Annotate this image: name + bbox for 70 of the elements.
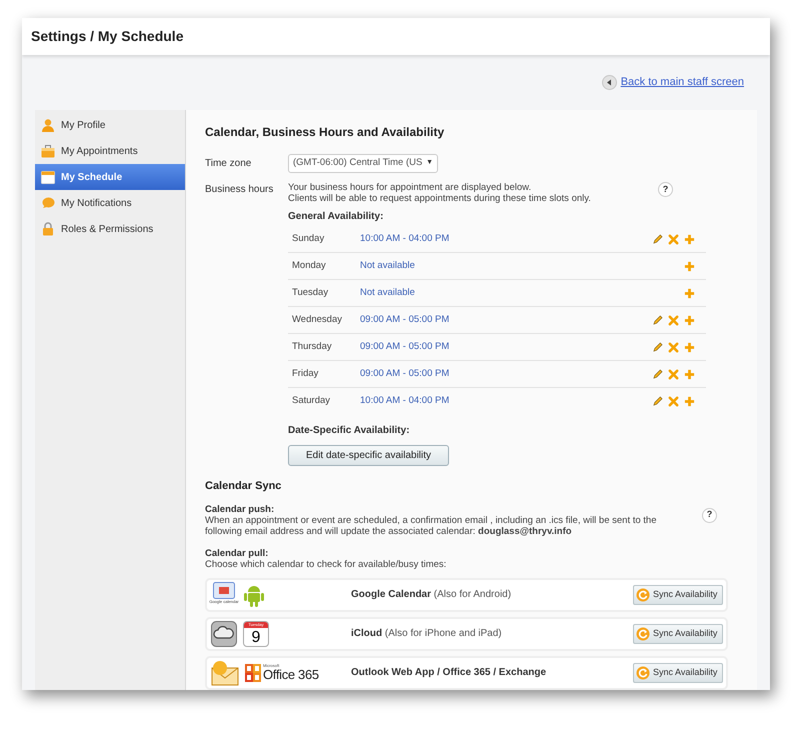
refresh-icon bbox=[636, 588, 650, 602]
day-name: Sunday bbox=[292, 232, 326, 246]
pencil-icon[interactable] bbox=[652, 368, 663, 380]
sidebar-item[interactable]: Roles & Permissions bbox=[35, 216, 185, 242]
add-icon[interactable] bbox=[684, 234, 695, 244]
hint-text: Your business hours for appointment are displayed below. bbox=[288, 182, 532, 193]
sync-availability-button[interactable]: Sync Availability bbox=[633, 662, 723, 682]
day-name: Tuesday bbox=[292, 286, 330, 300]
edit-availability-button[interactable]: Edit date-specific availability bbox=[288, 445, 449, 466]
envelope-icon bbox=[211, 660, 239, 686]
day-name: Friday bbox=[292, 366, 320, 381]
lock-icon bbox=[41, 222, 55, 236]
day-name: Monday bbox=[292, 258, 327, 273]
push-title: Calendar push: bbox=[205, 504, 276, 514]
calendar-logo bbox=[213, 582, 235, 598]
chat-bubble-icon bbox=[41, 196, 55, 210]
refresh-icon bbox=[636, 626, 650, 640]
person-icon bbox=[41, 118, 55, 132]
delete-icon[interactable] bbox=[668, 342, 679, 352]
hours-text: Not available bbox=[360, 258, 416, 273]
section-title: Calendar Sync bbox=[205, 479, 282, 494]
sync-availability-button[interactable]: Sync Availability bbox=[633, 584, 723, 604]
provider-name: iCloud (Also for iPhone and iPad) bbox=[351, 627, 503, 641]
hours-text: 10:00 AM - 04:00 PM bbox=[360, 394, 450, 408]
pull-title: Calendar pull: bbox=[205, 548, 270, 558]
pencil-icon[interactable] bbox=[652, 314, 663, 326]
delete-icon[interactable] bbox=[668, 368, 679, 380]
day-name: Wednesday bbox=[292, 312, 343, 327]
hours-text: 10:00 AM - 04:00 PM bbox=[360, 232, 450, 246]
help-button[interactable]: ? bbox=[658, 182, 673, 197]
pencil-icon[interactable] bbox=[652, 396, 663, 407]
field-label: Business hours bbox=[205, 183, 274, 197]
subsection-title: Date-Specific Availability: bbox=[288, 424, 411, 438]
sidebar-item[interactable]: My Profile bbox=[35, 112, 185, 138]
day-name: Saturday bbox=[292, 394, 332, 408]
hours-text: Not available bbox=[360, 286, 416, 300]
add-icon[interactable] bbox=[684, 396, 695, 407]
hours-text: 09:00 AM - 05:00 PM bbox=[360, 312, 450, 327]
delete-icon[interactable] bbox=[668, 234, 679, 244]
pencil-icon[interactable] bbox=[652, 234, 663, 244]
sidebar-item[interactable]: My Notifications bbox=[35, 190, 185, 216]
day-name: Thursday bbox=[292, 340, 333, 354]
sync-availability-button[interactable]: Sync Availability bbox=[633, 624, 723, 644]
briefcase-icon bbox=[41, 144, 55, 158]
sidebar-item[interactable]: My Appointments bbox=[35, 138, 185, 164]
calendar-icon bbox=[41, 170, 55, 184]
sidebar-item[interactable]: My Schedule bbox=[35, 164, 185, 190]
delete-icon[interactable] bbox=[668, 314, 679, 326]
field-label: Time zone bbox=[205, 157, 252, 171]
add-icon[interactable] bbox=[684, 288, 695, 298]
back-link[interactable]: Back to main staff screen bbox=[602, 74, 744, 91]
add-icon[interactable] bbox=[684, 314, 695, 326]
provider-name: Google Calendar (Also for Android) bbox=[351, 588, 512, 602]
add-icon[interactable] bbox=[684, 260, 695, 272]
window-title: Settings / My Schedule bbox=[31, 27, 184, 46]
delete-icon[interactable] bbox=[668, 396, 679, 407]
add-icon[interactable] bbox=[684, 368, 695, 380]
subsection-title: General Availability: bbox=[288, 210, 384, 224]
hours-text: 09:00 AM - 05:00 PM bbox=[360, 366, 450, 381]
pull-description: Choose which calendar to check for available/busy times: bbox=[205, 558, 448, 570]
refresh-icon bbox=[636, 666, 650, 680]
push-description: When an appointment or event are scheduled, a confirmation email , including an .ics file, will be sent to the following email address and will update the associated calendar: douglass@thryv.info bbox=[205, 514, 658, 536]
add-icon[interactable] bbox=[684, 342, 695, 352]
help-button[interactable]: ? bbox=[702, 508, 717, 522]
section-title: Calendar, Business Hours and Availability bbox=[205, 124, 446, 141]
pencil-icon[interactable] bbox=[652, 342, 663, 352]
cloud-app-icon bbox=[211, 620, 237, 646]
provider-name: Outlook Web App / Office 365 / Exchange bbox=[351, 666, 548, 680]
hours-text: 09:00 AM - 05:00 PM bbox=[360, 340, 450, 354]
hint-text: Clients will be able to request appointments during these time slots only. bbox=[288, 193, 591, 204]
